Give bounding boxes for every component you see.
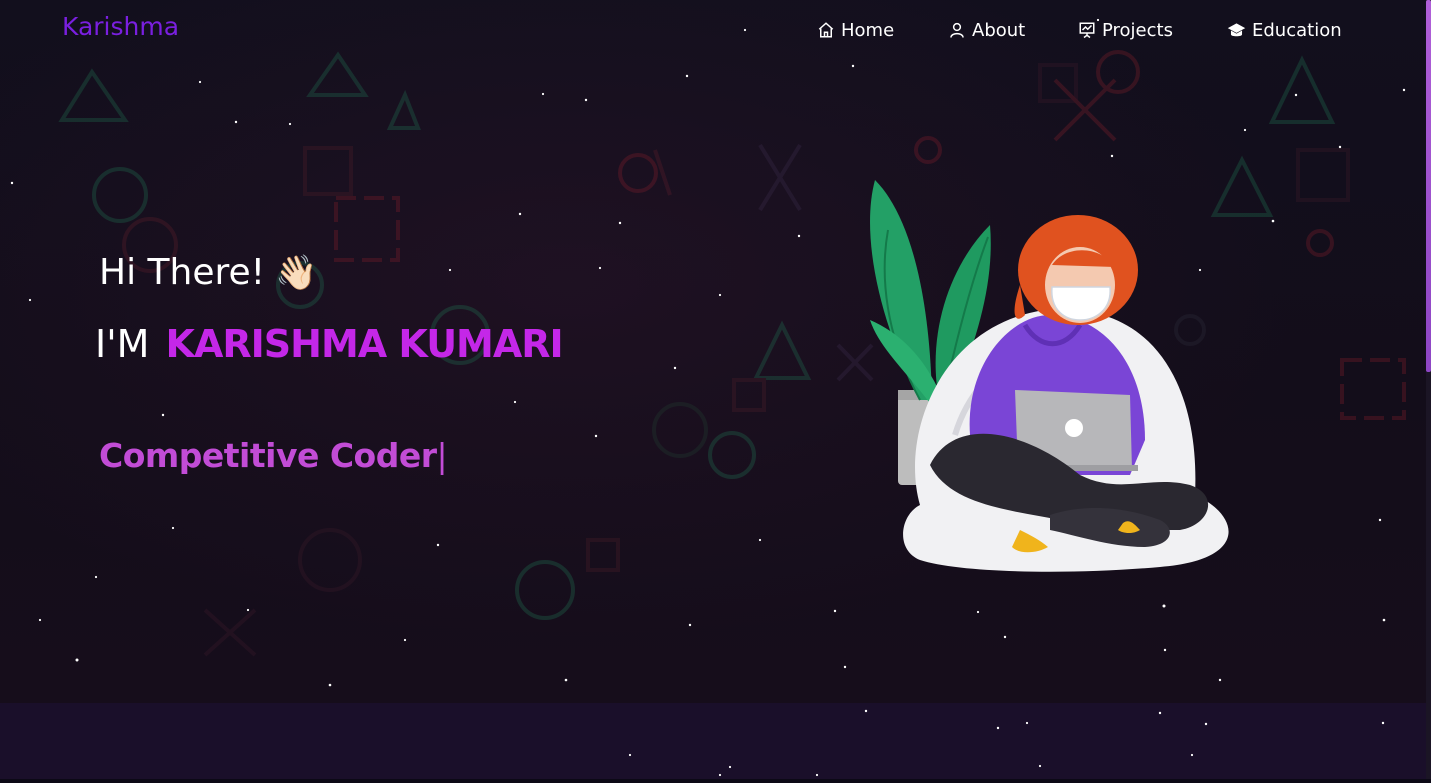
hero-name: KARISHMA KUMARI bbox=[165, 322, 564, 366]
presentation-icon bbox=[1078, 21, 1096, 39]
role-text: Competitive Coder bbox=[99, 436, 437, 475]
user-icon bbox=[948, 21, 966, 39]
girl-with-laptop-illustration bbox=[870, 180, 1229, 572]
intro-prefix: I'M bbox=[95, 322, 150, 366]
nav-item-home[interactable]: Home bbox=[817, 17, 894, 43]
home-icon bbox=[817, 21, 835, 39]
typewriter-role: Competitive Coder| bbox=[99, 436, 448, 475]
scrollbar-thumb[interactable] bbox=[1426, 0, 1431, 372]
intro-heading: I'M KARISHMA KUMARI bbox=[95, 322, 564, 366]
main-nav: Home About Projects Education bbox=[0, 17, 1426, 43]
page-scrollbar[interactable] bbox=[1426, 0, 1431, 779]
nav-item-label: Projects bbox=[1102, 19, 1173, 41]
graduation-cap-icon bbox=[1227, 21, 1246, 40]
next-section bbox=[0, 703, 1426, 779]
nav-item-about[interactable]: About bbox=[948, 17, 1025, 43]
typing-cursor: | bbox=[436, 436, 448, 475]
nav-item-label: Home bbox=[841, 19, 895, 41]
greeting-heading: Hi There! 👋🏻 bbox=[99, 252, 317, 293]
greeting-text: Hi There! bbox=[99, 252, 266, 293]
waving-hand-icon: 👋🏻 bbox=[275, 252, 318, 293]
nav-item-label: Education bbox=[1252, 19, 1342, 41]
nav-item-label: About bbox=[972, 19, 1026, 41]
section-stars bbox=[628, 709, 1385, 777]
nav-item-projects[interactable]: Projects bbox=[1078, 17, 1173, 43]
hero-section: Karishma Home About Projects Education H… bbox=[0, 0, 1426, 703]
nav-item-education[interactable]: Education bbox=[1227, 17, 1342, 43]
